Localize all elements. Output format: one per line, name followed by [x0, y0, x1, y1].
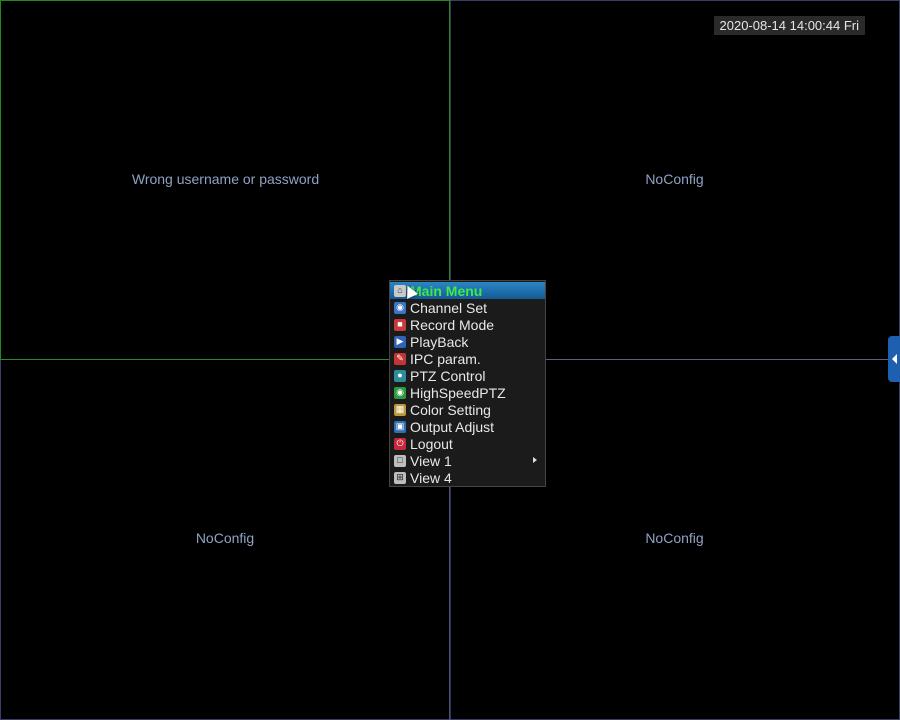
menu-item-label: View 1 [410, 452, 452, 469]
submenu-arrow-icon [533, 457, 537, 463]
menu-item-logout[interactable]: ⏻ Logout [390, 435, 545, 452]
quad-view-icon: ⊞ [394, 471, 406, 484]
menu-item-label: PlayBack [410, 333, 469, 350]
menu-item-ptz-control[interactable]: ● PTZ Control [390, 367, 545, 384]
menu-item-label: View 4 [410, 469, 452, 486]
channel-tile-3[interactable]: NoConfig [0, 360, 450, 720]
menu-item-label: Record Mode [410, 316, 495, 333]
menu-item-label: Channel Set [410, 299, 488, 316]
menu-item-label: Output Adjust [410, 418, 495, 435]
menu-item-output-adjust[interactable]: ▣ Output Adjust [390, 418, 545, 435]
menu-item-record-mode[interactable]: ■ Record Mode [390, 316, 545, 333]
playback-icon: ▶ [394, 335, 406, 348]
camera-icon: ◉ [394, 301, 406, 314]
menu-item-color-setting[interactable]: ▦ Color Setting [390, 401, 545, 418]
channel-tile-1[interactable]: Wrong username or password [0, 0, 451, 361]
monitor-icon: ▣ [394, 420, 406, 433]
menu-item-label: Logout [410, 435, 453, 452]
menu-item-view-1[interactable]: □ View 1 [390, 452, 545, 469]
ipc-param-icon: ✎ [394, 352, 406, 365]
highspeed-ptz-icon: ◉ [394, 386, 406, 399]
channel-4-status: NoConfig [645, 530, 704, 546]
menu-item-label: IPC param. [410, 350, 481, 367]
side-panel-toggle[interactable] [888, 336, 900, 382]
channel-1-status: Wrong username or password [131, 171, 320, 187]
datetime-overlay: 2020-08-14 14:00:44 Fri [713, 16, 865, 35]
menu-item-label: HighSpeedPTZ [410, 384, 506, 401]
color-grid-icon: ▦ [394, 403, 406, 416]
power-icon: ⏻ [394, 437, 406, 450]
record-icon: ■ [394, 318, 406, 331]
channel-3-status: NoConfig [195, 530, 255, 546]
menu-item-playback[interactable]: ▶ PlayBack [390, 333, 545, 350]
ptz-icon: ● [394, 369, 406, 382]
menu-item-label: Main Menu [410, 282, 483, 299]
active-tile-divider-horizontal [0, 359, 450, 360]
menu-item-label: Color Setting [410, 401, 491, 418]
channel-2-status: NoConfig [645, 171, 704, 187]
context-menu: ⌂ Main Menu ◉ Channel Set ■ Record Mode … [389, 280, 546, 487]
menu-item-ipc-param[interactable]: ✎ IPC param. [390, 350, 545, 367]
menu-item-highspeedptz[interactable]: ◉ HighSpeedPTZ [390, 384, 545, 401]
chevron-left-icon [891, 354, 897, 364]
menu-item-channel-set[interactable]: ◉ Channel Set [390, 299, 545, 316]
menu-item-view-4[interactable]: ⊞ View 4 [390, 469, 545, 486]
single-view-icon: □ [394, 454, 406, 467]
menu-item-label: PTZ Control [410, 367, 486, 384]
